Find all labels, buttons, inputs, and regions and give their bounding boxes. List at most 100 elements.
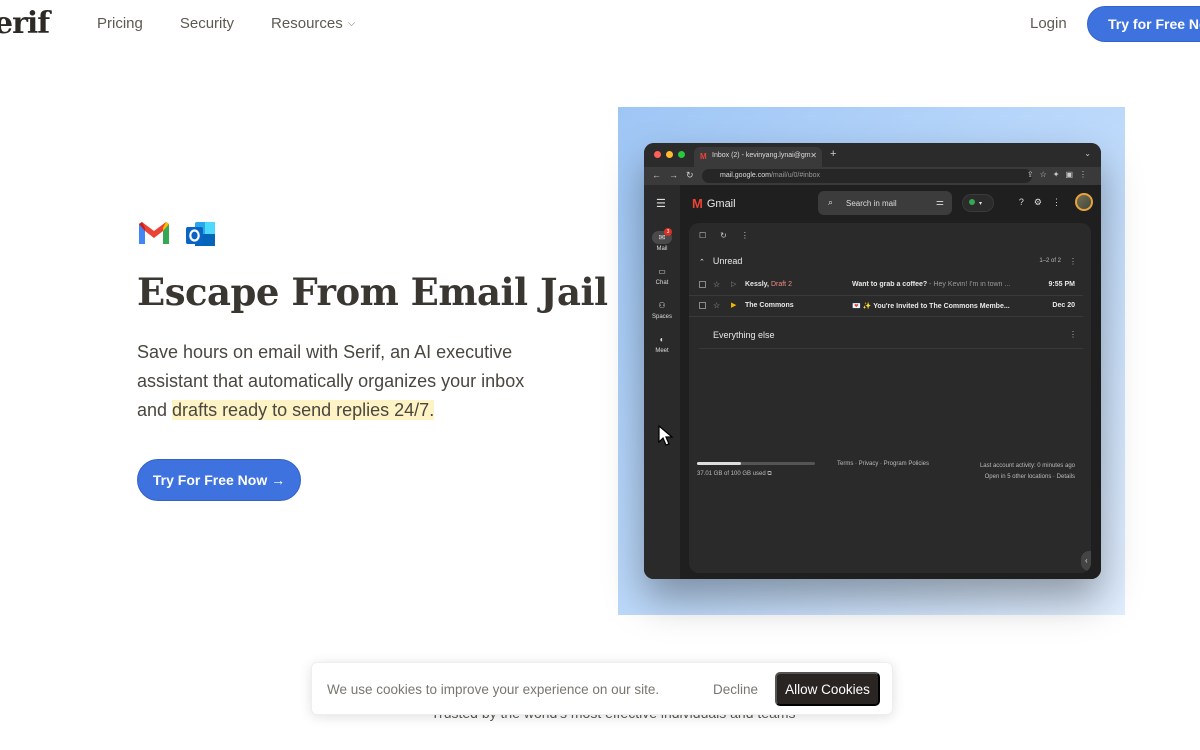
gmail-top-icons: ?⚙⋮ (1018, 197, 1071, 207)
account-activity: Last account activity: 0 minutes ago Ope… (980, 461, 1075, 483)
hero-subtitle-highlight: drafts ready to send replies 24/7. (172, 400, 435, 420)
everything-else-header: Everything else (713, 330, 775, 340)
rail-meet-label: Meet (655, 348, 669, 354)
more-icon: ⋮ (1069, 330, 1077, 339)
tab-close-icon: ✕ (810, 151, 817, 160)
chat-icon: ▭ (658, 267, 666, 276)
storage-label: 37.01 GB of 100 GB used (697, 471, 766, 477)
outlook-icon (186, 222, 215, 246)
minimize-dot (666, 151, 673, 158)
product-screenshot-panel: M Inbox (2) - kevinyang.lynai@gm ✕ + ⌄ ←… (618, 107, 1125, 615)
mail-badge: 3 (664, 228, 672, 236)
star-icon: ☆ (713, 301, 721, 310)
storage-text: 37.01 GB of 100 GB used ⧉ (697, 471, 772, 477)
unread-count: 1–2 of 2 (1039, 258, 1061, 264)
serif-logo[interactable]: erif (0, 6, 50, 41)
email-date: Dec 20 (1052, 302, 1075, 309)
browser-toolbar-icons: ⇪☆✦▣⋮ (1026, 170, 1093, 179)
nav-pricing-label: Pricing (97, 15, 143, 32)
important-icon: ▶ (731, 302, 737, 309)
cookie-banner: We use cookies to improve your experienc… (311, 662, 893, 715)
window-controls (654, 151, 685, 158)
gmail-m-icon: M (692, 196, 703, 211)
rail-chat-label: Chat (655, 280, 669, 286)
browser-tabbar: M Inbox (2) - kevinyang.lynai@gm ✕ + ⌄ (644, 143, 1101, 167)
url-field: mail.google.com/mail/u/0/#inbox (702, 169, 1032, 183)
nav-resources-label: Resources (271, 15, 343, 32)
email-row: ☆ ▷ Kessly, Draft 2 Want to grab a coffe… (689, 275, 1083, 296)
email-subject-text: Want to grab a coffee? (852, 281, 928, 288)
allow-cookies-button[interactable]: Allow Cookies (775, 672, 880, 706)
gmail-favicon: M (700, 152, 707, 161)
email-sender: The Commons (745, 302, 794, 309)
status-indicator: ▾ (962, 194, 994, 212)
gmail-topbar: M Gmail ⌕ Search in mail ⚌ ▾ ?⚙⋮ (680, 185, 1101, 221)
row-checkbox (699, 302, 706, 309)
email-row: ☆ ▶ The Commons 💌 ✨ You're Invited to Th… (689, 296, 1083, 317)
address-bar: ←→↻ mail.google.com/mail/u/0/#inbox ⇪☆✦▣… (644, 167, 1101, 185)
gmail-app: ☰ ✉ 3 Mail ▭ Chat ⚇ Spaces ◐ Meet M Gmai… (644, 185, 1101, 579)
email-date: 9:55 PM (1048, 281, 1075, 288)
gmail-sidebar: ☰ ✉ 3 Mail ▭ Chat ⚇ Spaces ◐ Meet (644, 185, 680, 579)
rail-mail-label: Mail (656, 246, 668, 252)
browser-nav-icons: ←→↻ (652, 170, 702, 180)
more-icon: ⋮ (1069, 257, 1077, 266)
activity-details: Open in 5 other locations · Details (984, 474, 1075, 480)
close-dot (654, 151, 661, 158)
tab-title: Inbox (2) - kevinyang.lynai@gm (712, 152, 811, 159)
nav-resources[interactable]: Resources ⌵ (271, 15, 355, 32)
nav-security-label: Security (179, 15, 235, 32)
browser-tab: M Inbox (2) - kevinyang.lynai@gm ✕ (694, 147, 822, 167)
activity-text: Last account activity: 0 minutes ago (979, 463, 1075, 469)
maximize-dot (678, 151, 685, 158)
nav-pricing[interactable]: Pricing (97, 15, 143, 32)
email-subject-text: 💌 ✨ You're Invited to The Commons Membe.… (852, 303, 1010, 310)
url-path: /mail/u/0/#inbox (770, 172, 820, 179)
status-dot (969, 199, 975, 205)
hero-title: Escape From Email Jail (137, 270, 608, 314)
spaces-icon: ⚇ (658, 301, 666, 310)
star-icon: ☆ (713, 280, 721, 289)
gmail-search: ⌕ Search in mail ⚌ (818, 191, 952, 215)
email-from: The Commons (745, 302, 794, 309)
meet-icon: ◐ (659, 335, 665, 344)
rail-chat: ▭ Chat (644, 265, 680, 286)
rail-mail: ✉ 3 Mail (644, 228, 680, 252)
avatar (1075, 193, 1093, 211)
new-tab-icon: + (830, 148, 837, 160)
unread-label: Unread (712, 256, 743, 266)
tab-list-icon: ⌄ (1084, 149, 1091, 158)
integration-icons (137, 220, 217, 250)
mouse-cursor-icon (658, 425, 674, 446)
header-try-free-button[interactable]: Try for Free Now (1087, 6, 1200, 42)
divider (699, 348, 1083, 349)
nav-security[interactable]: Security (180, 15, 234, 32)
main-nav: Pricing Security Resources ⌵ (97, 15, 392, 32)
url-host: mail.google.com (720, 172, 771, 179)
decline-cookies-button[interactable]: Decline (713, 682, 758, 697)
hero-subtitle: Save hours on email with Serif, an AI ex… (137, 338, 557, 425)
rail-spaces-label: Spaces (651, 314, 672, 320)
hero-try-free-button[interactable]: Try For Free Now → (137, 459, 301, 501)
gmail-label: Gmail (706, 197, 736, 210)
row-checkbox (699, 281, 706, 288)
footer-links: Terms · Privacy · Program Policies (837, 461, 930, 467)
storage-fill (697, 462, 741, 465)
gmail-icon (139, 222, 169, 244)
gmail-inbox: ☐↻⋮ ⌃ Unread 1–2 of 2 ⋮ ☆ ▷ Kessly, Draft… (689, 223, 1091, 573)
important-icon: ▷ (731, 281, 737, 288)
search-icon: ⌕ (828, 197, 834, 207)
email-subject: 💌 ✨ You're Invited to The Commons Membe.… (852, 302, 1024, 310)
unread-section-header: ⌃ Unread (699, 256, 742, 266)
email-sender: Kessly, (745, 281, 769, 288)
cookie-message: We use cookies to improve your experienc… (327, 682, 660, 697)
rail-spaces: ⚇ Spaces (644, 299, 680, 320)
filter-icon: ⚌ (935, 197, 944, 207)
login-link[interactable]: Login (1030, 15, 1067, 32)
collapse-icon: ⌃ (699, 259, 705, 266)
email-subject: Want to grab a coffee? - Hey Kevin! I'm … (852, 281, 1024, 288)
email-from: Kessly, Draft 2 (745, 281, 792, 288)
chevron-left-icon: ‹ (1081, 551, 1091, 571)
inbox-toolbar-icons: ☐↻⋮ (699, 231, 763, 240)
gmail-logo: M Gmail (692, 196, 736, 211)
